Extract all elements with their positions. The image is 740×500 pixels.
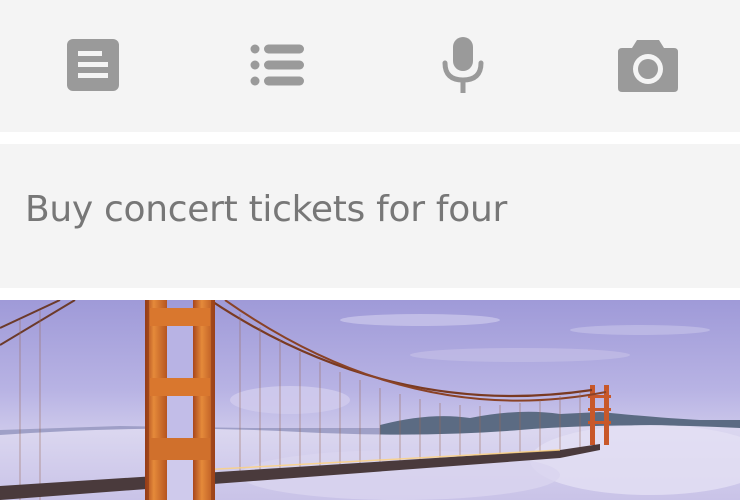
bridge-image xyxy=(0,300,740,500)
camera-icon xyxy=(618,40,678,92)
golden-gate-bridge-photo[interactable] xyxy=(0,300,740,500)
list-icon xyxy=(250,44,304,86)
note-text: Buy concert tickets for four xyxy=(25,189,507,230)
note-icon xyxy=(67,39,119,91)
new-note-toolbar xyxy=(0,0,740,132)
voice-note-button[interactable] xyxy=(431,33,495,97)
photo-note-button[interactable] xyxy=(616,33,680,97)
microphone-icon xyxy=(442,37,484,93)
new-list-button[interactable] xyxy=(246,33,310,97)
new-text-note-button[interactable] xyxy=(61,33,125,97)
